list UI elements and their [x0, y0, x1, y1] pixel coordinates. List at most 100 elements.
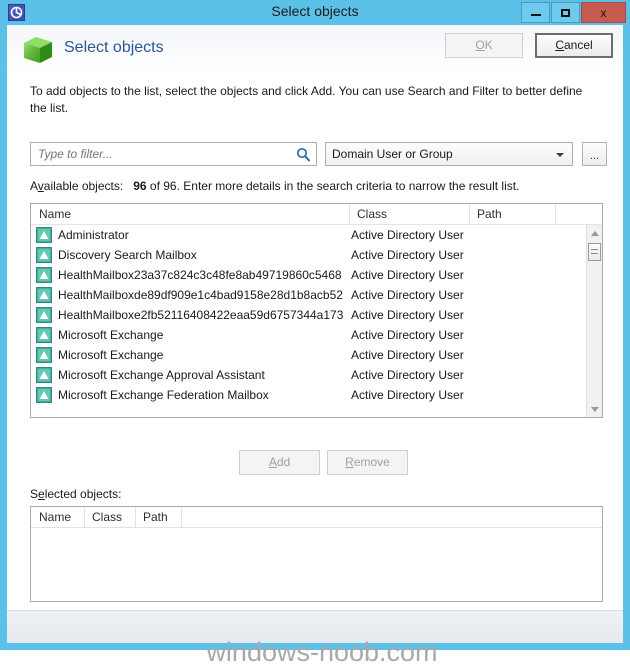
ok-button-label: K	[484, 38, 493, 52]
row-name: Discovery Search Mailbox	[58, 248, 197, 262]
available-count-hint: of 96. Enter more details in the search …	[149, 179, 520, 193]
row-name: Microsoft Exchange Approval Assistant	[58, 368, 265, 382]
column-divider[interactable]	[555, 204, 556, 224]
chevron-up-icon	[590, 230, 599, 236]
ok-button[interactable]: OK	[445, 33, 523, 58]
sel-label-prefix: S	[30, 487, 39, 501]
sel-label-accel: e	[38, 487, 45, 501]
dialog-window: Select objects x Select objects To add o…	[0, 0, 630, 667]
ad-user-icon	[36, 347, 52, 363]
avail-label-suffix: ailable objects:	[43, 179, 124, 193]
table-row[interactable]: Microsoft Exchange Federation Mailbox Act…	[31, 385, 586, 405]
row-class: Active Directory User	[351, 368, 464, 382]
selected-objects-list[interactable]: Name Class Path	[30, 506, 603, 602]
table-row[interactable]: Microsoft Exchange Active Directory User	[31, 325, 586, 345]
column-divider[interactable]	[84, 507, 85, 527]
remove-button-label: emove	[353, 455, 390, 469]
selected-column-header-class[interactable]: Class	[92, 510, 122, 524]
close-icon: x	[600, 5, 607, 20]
browse-button[interactable]: ...	[582, 142, 607, 166]
row-class: Active Directory User	[351, 268, 464, 282]
search-input[interactable]	[36, 146, 290, 162]
title-bar: Select objects x	[0, 0, 630, 25]
window-controls: x	[521, 2, 626, 23]
add-button[interactable]: Add	[239, 450, 320, 475]
row-name: Microsoft Exchange Federation Mailbox	[58, 388, 269, 402]
row-class: Active Directory User	[351, 308, 464, 322]
chevron-down-icon	[590, 406, 599, 412]
row-name: HealthMailboxde89df909e1c4bad9158e28d1b8…	[58, 288, 343, 302]
ad-user-icon	[36, 227, 52, 243]
column-divider[interactable]	[469, 204, 470, 224]
maximize-icon	[561, 8, 570, 17]
scope-dropdown-value: Domain User or Group	[332, 147, 453, 161]
column-header-class[interactable]: Class	[357, 207, 387, 221]
row-class: Active Directory User	[351, 248, 464, 262]
table-row[interactable]: Discovery Search Mailbox Active Directory…	[31, 245, 586, 265]
maximize-button[interactable]	[551, 2, 580, 23]
cancel-button-accel: C	[555, 38, 564, 52]
table-row[interactable]: Administrator Active Directory User	[31, 225, 586, 245]
add-button-accel: A	[268, 455, 277, 469]
chevron-down-icon	[556, 153, 564, 157]
sel-label-suffix: lected objects:	[44, 487, 122, 501]
minimize-icon	[530, 14, 541, 16]
scope-dropdown[interactable]: Domain User or Group	[325, 142, 573, 166]
row-class: Active Directory User	[351, 388, 464, 402]
row-class: Active Directory User	[351, 288, 464, 302]
cancel-button[interactable]: Cancel	[535, 33, 613, 58]
table-row[interactable]: Microsoft Exchange Approval Assistant Act…	[31, 365, 586, 385]
selected-column-header-name[interactable]: Name	[39, 510, 71, 524]
selected-list-header: Name Class Path	[31, 507, 602, 528]
row-name: HealthMailboxe2fb52116408422eaa59d675734…	[58, 308, 344, 322]
available-objects-list[interactable]: Name Class Path Administrator Active Dire…	[30, 203, 603, 418]
filter-field-wrapper[interactable]	[30, 142, 317, 166]
row-name: Microsoft Exchange	[58, 348, 164, 362]
remove-button[interactable]: Remove	[327, 450, 408, 475]
column-header-path[interactable]: Path	[477, 207, 502, 221]
scrollbar-thumb[interactable]	[588, 243, 601, 261]
available-count: 96	[133, 179, 147, 193]
dialog-client-area: Select objects To add objects to the lis…	[7, 25, 623, 667]
instruction-text: To add objects to the list, select the o…	[30, 84, 583, 115]
ok-button-accel: O	[475, 38, 485, 52]
dialog-header: Select objects	[7, 25, 623, 75]
minimize-button[interactable]	[521, 2, 550, 23]
table-row[interactable]: Microsoft Exchange Active Directory User	[31, 345, 586, 365]
grip-line	[591, 249, 598, 250]
column-header-name[interactable]: Name	[39, 207, 71, 221]
selected-column-header-path[interactable]: Path	[143, 510, 168, 524]
table-row[interactable]: HealthMailboxde89df909e1c4bad9158e28d1b8…	[31, 285, 586, 305]
list-scrollbar[interactable]	[586, 225, 602, 417]
ad-user-icon	[36, 287, 52, 303]
column-divider[interactable]	[349, 204, 350, 224]
ad-user-icon	[36, 367, 52, 383]
close-button[interactable]: x	[581, 2, 626, 23]
row-name: HealthMailbox23a37c824c3c48fe8ab49719860…	[58, 268, 342, 282]
available-list-header: Name Class Path	[31, 204, 602, 225]
cancel-button-label: ancel	[563, 38, 593, 52]
row-name: Microsoft Exchange	[58, 328, 164, 342]
scroll-down-button[interactable]	[587, 401, 602, 417]
table-row[interactable]: HealthMailbox23a37c824c3c48fe8ab49719860…	[31, 265, 586, 285]
grip-line	[591, 253, 598, 254]
available-objects-label: Available objects: 96 of 96. Enter more …	[30, 179, 519, 193]
ad-user-icon	[36, 247, 52, 263]
filter-row: Domain User or Group ...	[30, 142, 607, 166]
search-icon[interactable]	[296, 147, 311, 162]
page-title: Select objects	[64, 39, 164, 56]
scroll-up-button[interactable]	[587, 225, 602, 241]
ad-user-icon	[36, 267, 52, 283]
ad-user-icon	[36, 307, 52, 323]
row-name: Administrator	[58, 228, 129, 242]
column-divider[interactable]	[135, 507, 136, 527]
green-cube-icon	[21, 33, 55, 67]
column-divider[interactable]	[181, 507, 182, 527]
row-class: Active Directory User	[351, 328, 464, 342]
add-button-label: dd	[276, 455, 291, 469]
avail-label-prefix: A	[30, 179, 38, 193]
selected-objects-label: Selected objects:	[30, 487, 121, 501]
table-row[interactable]: HealthMailboxe2fb52116408422eaa59d675734…	[31, 305, 586, 325]
available-list-body[interactable]: Administrator Active Directory User Discov…	[31, 225, 586, 417]
dialog-footer	[7, 610, 623, 643]
